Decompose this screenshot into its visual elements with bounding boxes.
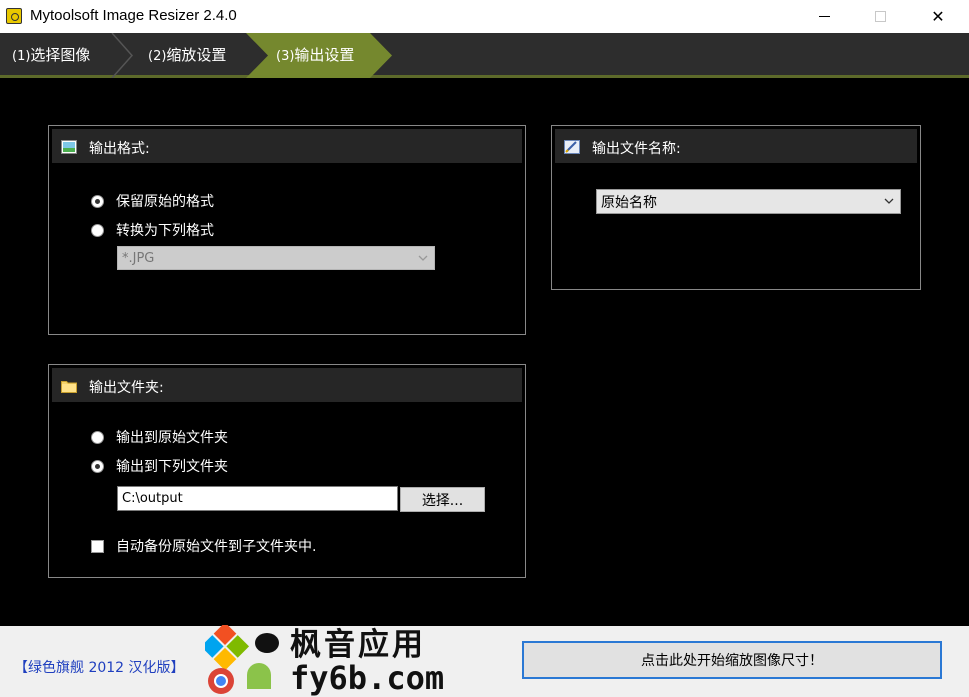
radio-label: 转换为下列格式 bbox=[116, 223, 214, 239]
main-panel: 输出格式: 保留原始的格式 转换为下列格式 *.JPG 输出文件夹: 输出到原始… bbox=[0, 81, 969, 626]
folder-icon bbox=[61, 381, 77, 393]
watermark-text: 枫音应用 bbox=[290, 627, 426, 663]
close-icon: ✕ bbox=[931, 7, 945, 26]
output-folder-group: 输出文件夹: 输出到原始文件夹 输出到下列文件夹 C:\output 选择...… bbox=[48, 364, 526, 578]
select-value: 原始名称 bbox=[601, 194, 657, 211]
app-icon bbox=[6, 8, 22, 24]
minimize-button[interactable] bbox=[795, 0, 853, 33]
maximize-icon bbox=[874, 11, 886, 22]
step-label: 选择图像 bbox=[30, 46, 91, 64]
step-label: 输出设置 bbox=[294, 46, 355, 64]
step-number: (3) bbox=[276, 49, 295, 64]
browse-button[interactable]: 选择... bbox=[400, 487, 485, 512]
keep-format-radio[interactable]: 保留原始的格式 bbox=[91, 191, 214, 211]
step-separator-icon bbox=[111, 33, 134, 78]
image-icon bbox=[61, 140, 77, 154]
checkbox-indicator[interactable] bbox=[91, 539, 104, 553]
output-path-input[interactable]: C:\output bbox=[117, 486, 398, 511]
rename-icon bbox=[564, 140, 580, 154]
radio-label: 输出到原始文件夹 bbox=[116, 430, 228, 446]
format-select[interactable]: *.JPG bbox=[117, 246, 435, 270]
output-format-group: 输出格式: 保留原始的格式 转换为下列格式 *.JPG bbox=[48, 125, 526, 335]
backup-checkbox[interactable]: 自动备份原始文件到子文件夹中. bbox=[91, 536, 316, 556]
wizard-steps: (1)选择图像 (2)缩放设置 (3)输出设置 bbox=[0, 33, 969, 78]
step-select-images[interactable]: (1)选择图像 bbox=[12, 33, 90, 78]
title-bar: Mytoolsoft Image Resizer 2.4.0 ✕ bbox=[0, 0, 969, 33]
minimize-icon bbox=[818, 16, 830, 17]
step-label: 缩放设置 bbox=[166, 46, 227, 64]
group-header: 输出文件夹: bbox=[52, 368, 522, 402]
checkbox-label: 自动备份原始文件到子文件夹中. bbox=[116, 539, 317, 555]
watermark: 枫音应用 fy6b.com bbox=[205, 625, 445, 697]
watermark-logo-icon bbox=[205, 625, 279, 694]
original-folder-radio[interactable]: 输出到原始文件夹 bbox=[91, 427, 228, 447]
start-resize-button[interactable]: 点击此处开始缩放图像尺寸！ bbox=[522, 641, 942, 679]
radio-label: 输出到下列文件夹 bbox=[116, 459, 228, 475]
chevron-down-icon bbox=[884, 198, 894, 204]
group-header: 输出格式: bbox=[52, 129, 522, 163]
maximize-button[interactable] bbox=[851, 0, 909, 33]
window-title: Mytoolsoft Image Resizer 2.4.0 bbox=[30, 7, 237, 24]
group-title: 输出格式: bbox=[89, 141, 150, 157]
close-button[interactable]: ✕ bbox=[909, 0, 967, 33]
step-number: (1) bbox=[12, 49, 31, 64]
radio-indicator[interactable] bbox=[91, 194, 104, 208]
step-output-settings[interactable]: (3)输出设置 bbox=[276, 33, 354, 78]
filename-select[interactable]: 原始名称 bbox=[596, 189, 901, 214]
group-header: 输出文件名称: bbox=[555, 129, 917, 163]
step-number: (2) bbox=[148, 49, 167, 64]
chevron-down-icon bbox=[418, 255, 428, 261]
radio-indicator[interactable] bbox=[91, 430, 104, 444]
radio-label: 保留原始的格式 bbox=[116, 194, 214, 210]
select-value: *.JPG bbox=[122, 250, 155, 266]
bottom-bar: 【绿色旗舰 2012 汉化版】 点击此处开始缩放图像尺寸！ bbox=[0, 626, 969, 697]
radio-indicator[interactable] bbox=[91, 223, 104, 237]
output-name-group: 输出文件名称: 原始名称 bbox=[551, 125, 921, 290]
convert-format-radio[interactable]: 转换为下列格式 bbox=[91, 220, 214, 240]
edition-label: 【绿色旗舰 2012 汉化版】 bbox=[14, 660, 185, 676]
group-title: 输出文件夹: bbox=[89, 380, 164, 396]
custom-folder-radio[interactable]: 输出到下列文件夹 bbox=[91, 456, 228, 476]
step-resize-settings[interactable]: (2)缩放设置 bbox=[148, 33, 226, 78]
watermark-url: fy6b.com bbox=[290, 659, 445, 697]
group-title: 输出文件名称: bbox=[592, 141, 681, 157]
radio-indicator[interactable] bbox=[91, 459, 104, 473]
